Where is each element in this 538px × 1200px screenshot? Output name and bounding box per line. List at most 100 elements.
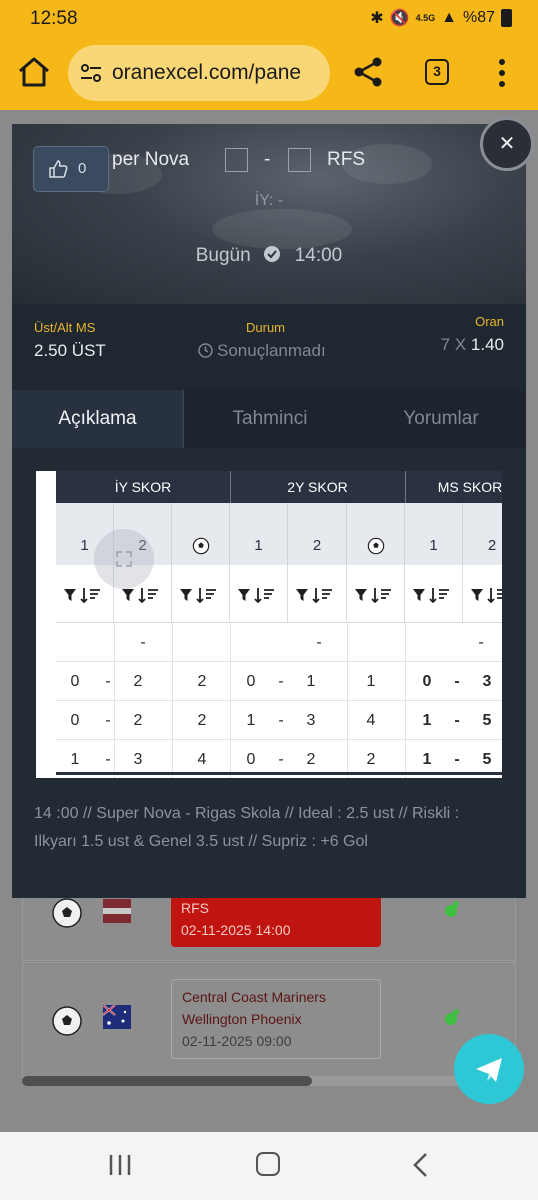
like-count: 0 [78, 160, 87, 177]
match-info[interactable]: Central Coast Mariners Wellington Phoeni… [171, 979, 381, 1059]
table-cell: 4 [366, 712, 376, 729]
expand-icon [116, 551, 132, 567]
check-circle-icon [263, 246, 280, 262]
table-cell: 2 [197, 712, 207, 729]
mute-icon: 🔇 [389, 10, 410, 27]
table-cell: 3 [482, 673, 492, 690]
site-settings-icon[interactable] [80, 63, 102, 83]
table-cell: 3 [306, 712, 316, 729]
score-separator: - [264, 149, 271, 170]
sub-header-cell: 1 [230, 503, 288, 565]
flag-latvia-icon [103, 899, 131, 923]
share-icon[interactable] [352, 56, 384, 88]
sub-header-cell: 2 [288, 503, 347, 565]
filter-cell[interactable] [347, 565, 405, 623]
modal-tabs: Açıklama Tahminci Yorumlar [12, 390, 526, 448]
clock-icon [198, 343, 213, 358]
match-team: RFS [181, 900, 209, 916]
away-team-name: RFS [327, 149, 365, 170]
match-date: 02-11-2025 14:00 [181, 922, 291, 938]
filter-cell[interactable] [172, 565, 230, 623]
sub-header-cell: 1 [405, 503, 463, 565]
away-score-box [288, 148, 311, 172]
table-cell: - [278, 673, 284, 690]
more-menu-icon[interactable] [494, 58, 510, 88]
home-icon[interactable] [16, 54, 52, 90]
soccer-ball-icon [367, 537, 384, 555]
send-icon [476, 1058, 502, 1082]
url-text: oranexcel.com/pane [112, 61, 302, 84]
url-bar[interactable]: oranexcel.com/pane [68, 45, 330, 101]
tab-switcher-button[interactable]: 3 [425, 59, 449, 85]
close-modal-button[interactable]: ✕ [480, 117, 534, 171]
table-cell: 2 [197, 673, 207, 690]
recent-apps-icon[interactable] [108, 1152, 132, 1178]
match-team: Wellington Phoenix [182, 1011, 302, 1027]
tab-yorumlar[interactable]: Yorumlar [356, 390, 526, 448]
table-cell: 0 [422, 673, 432, 690]
match-card[interactable]: Central Coast Mariners Wellington Phoeni… [22, 962, 516, 1077]
group-2y-skor: 2Y SKOR [287, 479, 348, 495]
battery-icon [501, 9, 512, 27]
match-day: Bugün [195, 245, 251, 266]
match-date: 02-11-2025 09:00 [182, 1033, 292, 1049]
filter-cell[interactable] [288, 565, 347, 623]
odds-x: X [454, 335, 467, 354]
back-icon[interactable] [410, 1152, 430, 1178]
tab-tahminci[interactable]: Tahminci [184, 390, 356, 448]
table-cell: 0 [70, 712, 80, 729]
home-nav-icon[interactable] [256, 1152, 280, 1176]
table-cell: 1 [366, 673, 376, 690]
status-label: Durum [246, 320, 286, 335]
table-cell: 1 [422, 712, 432, 729]
live-icon [445, 1009, 459, 1025]
filter-cell[interactable] [405, 565, 463, 623]
filter-cell[interactable] [230, 565, 288, 623]
odds-count: 7 [440, 335, 451, 354]
bet-type-value: 2.50 ÜST [34, 341, 106, 360]
odds-value: 1.40 [470, 335, 504, 354]
scrollbar-thumb[interactable] [22, 1076, 312, 1086]
table-row [56, 623, 502, 662]
filter-sort-icon [413, 588, 449, 603]
table-cell: - [105, 712, 111, 729]
table-cell: 5 [482, 712, 492, 729]
tab-aciklama[interactable]: Açıklama [12, 390, 184, 448]
soccer-ball-icon [52, 1006, 82, 1036]
sub-header-cell [347, 503, 405, 565]
home-team-name: per Nova [112, 149, 190, 170]
table-cell: - [278, 712, 284, 729]
table-cell: - [316, 634, 322, 651]
sub-header-cell: 2 [487, 537, 497, 554]
status-time: 12:58 [30, 8, 78, 29]
status-icons: ✱ 🔇 4.5G ▲ %87 [370, 8, 512, 28]
odds-label: Oran [475, 314, 504, 329]
match-hero: 0 per Nova - RFS İY: - Bugün 14:00 [12, 124, 526, 304]
filter-sort-icon [122, 588, 158, 603]
prediction-description: 14 :00 // Super Nova - Rigas Skola // Id… [34, 805, 460, 850]
like-button[interactable]: 0 [33, 146, 109, 192]
status-value-wrap: Sonuçlanmadı [198, 341, 326, 361]
group-iy-skor: İY SKOR [114, 479, 172, 495]
network-label: 4.5G [415, 13, 436, 23]
close-icon: ✕ [498, 133, 516, 155]
table-cell: 0 [246, 673, 256, 690]
filter-sort-icon [180, 588, 216, 603]
table-cell: - [454, 712, 460, 729]
stadium-light [212, 209, 352, 249]
match-detail-modal: 0 per Nova - RFS İY: - Bugün 14:00 Üst/Al… [12, 124, 526, 898]
live-icon [445, 901, 459, 917]
match-time: 14:00 [294, 245, 343, 266]
soccer-ball-icon [192, 537, 209, 555]
group-ms-skor: MS SKOR [437, 479, 502, 495]
table-cell: 1 [246, 712, 256, 729]
telegram-button[interactable] [454, 1034, 524, 1104]
match-info[interactable]: RFS 02-11-2025 14:00 [171, 891, 381, 947]
filter-sort-icon [355, 588, 391, 603]
filter-cell[interactable] [463, 565, 502, 623]
battery-percent: %87 [462, 9, 495, 26]
table-cell: 2 [133, 673, 143, 690]
table-cell: 2 [133, 712, 143, 729]
table-cell: 1 [306, 673, 316, 690]
home-score-box [225, 148, 248, 172]
